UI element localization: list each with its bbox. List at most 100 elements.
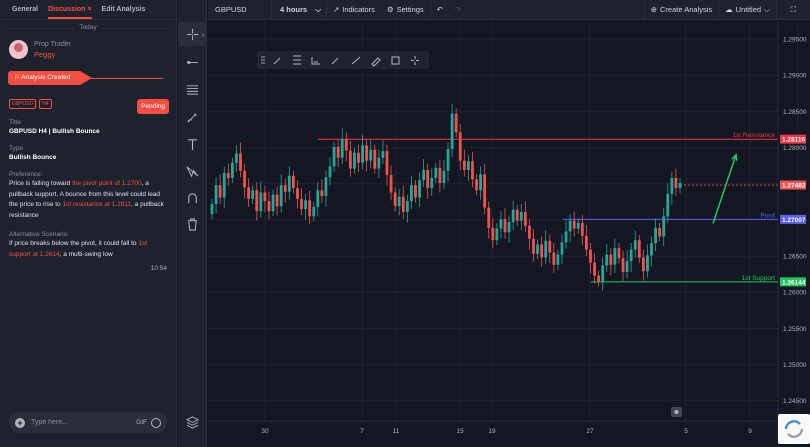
prediction-arrow	[712, 153, 738, 224]
fullscreen-button[interactable]: ⛶	[777, 0, 810, 20]
candle-body	[568, 220, 572, 232]
date-separator: Today	[0, 22, 176, 34]
candle-body	[495, 228, 499, 241]
candle-body	[479, 174, 482, 191]
trash-icon[interactable]	[178, 212, 207, 236]
close-icon[interactable]: ×	[87, 6, 91, 13]
price-tick-label: 1.26000	[783, 290, 807, 297]
gif-button[interactable]: GIF	[136, 419, 147, 426]
layout-selector[interactable]: ☁ Untitled ⌵	[719, 0, 776, 20]
candle-body	[601, 265, 605, 282]
author-block: Prop Trader Peggy	[9, 40, 176, 59]
alternative-text-part: , a multi-swing low	[59, 250, 113, 258]
tab-discussion-label: Discussion	[48, 6, 86, 13]
plus-icon[interactable]: +	[15, 417, 25, 428]
candle-body	[230, 162, 234, 178]
plus-circle-icon: ⊕	[650, 5, 658, 14]
preference-text: Price is falling toward the pivot point …	[9, 179, 167, 221]
chart-grid	[208, 21, 799, 421]
level-price-label: 1.27007	[782, 217, 806, 224]
price-axis: 1.295001.290001.285001.280001.275001.270…	[777, 21, 807, 447]
candle-body	[316, 190, 320, 207]
undo-button[interactable]: ↶	[431, 0, 449, 20]
candle-body	[369, 149, 373, 161]
panel-tabs: General Discussion × Edit Analysis	[0, 0, 176, 20]
candle-body	[235, 153, 238, 163]
candle-body	[654, 227, 657, 244]
candle-body	[405, 201, 409, 212]
time-tick-label: 27	[586, 428, 594, 435]
arrow-shaft	[712, 154, 737, 224]
author-name[interactable]: Peggy	[34, 50, 71, 59]
candle-body	[332, 146, 336, 167]
candle-body	[589, 249, 592, 263]
time-tick-label: 11	[393, 428, 400, 435]
candle-body	[491, 227, 495, 241]
chat-input[interactable]	[31, 419, 121, 426]
fib-retracement-icon[interactable]	[178, 77, 207, 101]
recaptcha-badge[interactable]	[778, 414, 810, 444]
candle-body	[613, 248, 617, 265]
redo-button[interactable]: ↷	[449, 0, 467, 20]
candle-body	[523, 211, 527, 226]
horizontal-line-icon[interactable]	[178, 50, 207, 74]
candle-body	[564, 231, 568, 243]
candlesticks	[210, 104, 682, 291]
candle-body	[275, 194, 279, 207]
candle-body	[580, 222, 584, 236]
chevron-down-icon: ⌵	[315, 4, 321, 14]
candle-body	[251, 190, 255, 199]
candle-body	[271, 194, 275, 212]
candle-body	[458, 132, 462, 161]
create-analysis-button[interactable]: ⊕ Create Analysis	[645, 0, 718, 20]
pattern-icon[interactable]	[178, 159, 207, 183]
candle-body	[507, 222, 511, 233]
candle-body	[361, 145, 364, 163]
candle-body	[259, 192, 263, 212]
text-icon[interactable]	[178, 132, 207, 156]
price-tick-label: 1.26500	[783, 254, 807, 261]
cloud-icon: ☁	[725, 5, 733, 14]
candle-body	[218, 185, 222, 198]
drawing-toolbar: ›	[178, 0, 207, 447]
indicators-button[interactable]: ↗ Indicators	[327, 0, 381, 20]
undo-icon: ↶	[436, 5, 443, 14]
magnet-icon[interactable]	[178, 186, 207, 210]
location-pin-icon: ⚐	[14, 74, 20, 81]
candle-body	[466, 161, 470, 171]
eye-icon[interactable]	[671, 407, 682, 417]
floating-drawing-toolbar[interactable]	[257, 51, 429, 69]
interval-selector[interactable]: 4 hours ⌵	[272, 0, 327, 20]
candle-body	[585, 235, 588, 250]
candle-body	[263, 192, 267, 202]
tab-discussion[interactable]: Discussion ×	[48, 0, 92, 19]
chevron-right-icon[interactable]: ›	[202, 32, 204, 39]
timeframe-badge: H4	[39, 99, 52, 109]
candle-body	[536, 244, 539, 254]
analysis-created-pill: ⚐ Analysis Created	[8, 71, 92, 85]
avatar[interactable]	[9, 40, 28, 59]
tab-general[interactable]: General	[12, 6, 38, 13]
redo-icon: ↷	[454, 5, 462, 14]
candle-body	[483, 174, 487, 208]
symbol-selector[interactable]: GBPUSD	[208, 0, 272, 20]
settings-button[interactable]: ⚙ Settings	[381, 0, 430, 20]
candle-body	[320, 190, 324, 197]
price-chart[interactable]: 1st Resistance Pivot 1st Support 1.29500 1.…	[208, 21, 810, 447]
candle-body	[641, 257, 645, 272]
level-name-label: 1st Resistance	[732, 132, 775, 139]
tab-edit-analysis[interactable]: Edit Analysis	[102, 6, 146, 13]
emoji-icon[interactable]	[151, 417, 161, 428]
candle-body	[633, 240, 637, 250]
layers-icon[interactable]	[178, 410, 207, 434]
candle-body	[385, 151, 389, 176]
candle-body	[605, 254, 609, 266]
candle-body	[239, 153, 242, 171]
time-tick-label: 5	[684, 428, 688, 435]
candle-body	[348, 150, 352, 169]
candle-body	[426, 170, 430, 189]
candle-body	[393, 192, 397, 207]
brush-icon[interactable]	[178, 105, 207, 129]
candle-body	[438, 167, 442, 184]
candle-body	[401, 196, 405, 212]
